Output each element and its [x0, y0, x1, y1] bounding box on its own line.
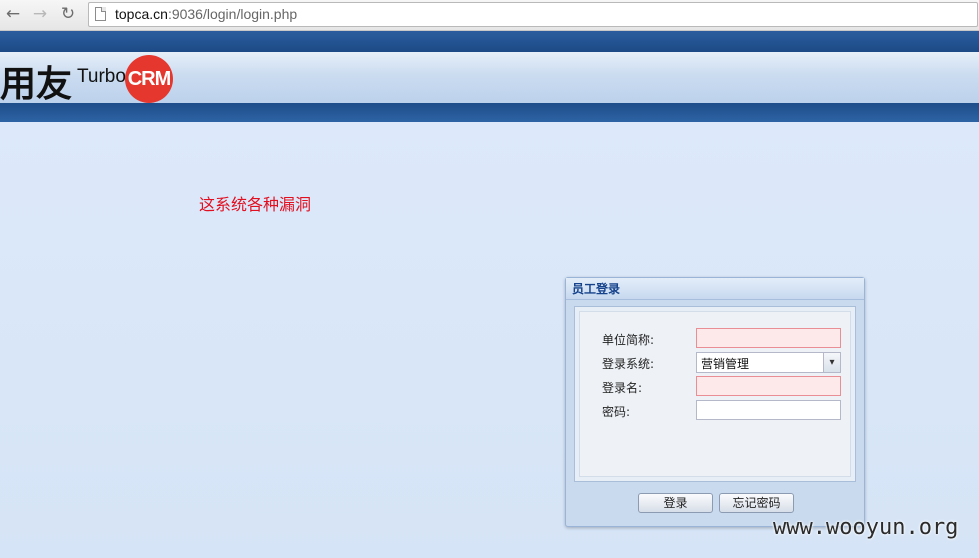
browser-toolbar: ← → ↻ topca.cn:9036/login/login.php: [0, 0, 979, 31]
password-input[interactable]: [696, 400, 841, 420]
logo-yonyou: 用友: [0, 64, 73, 105]
system-label: 登录系统:: [602, 357, 655, 371]
notice-text: 这系统各种漏洞: [199, 195, 312, 214]
username-label: 登录名:: [602, 381, 643, 395]
system-select[interactable]: 营销管理 ▾: [696, 352, 841, 373]
url-host: topca.cn: [115, 6, 168, 22]
logo-crm-badge: CRM: [125, 55, 173, 103]
username-input[interactable]: [696, 376, 841, 396]
forgot-password-button[interactable]: 忘记密码: [719, 493, 794, 513]
address-bar[interactable]: topca.cn:9036/login/login.php: [88, 2, 978, 27]
url-path: :9036/login/login.php: [167, 6, 298, 22]
unit-label: 单位简称:: [602, 333, 655, 347]
watermark: www.wooyun.org: [773, 515, 959, 540]
chevron-down-icon[interactable]: ▾: [823, 353, 840, 372]
login-button[interactable]: 登录: [638, 493, 713, 513]
login-form: 单位简称: 登录系统: 营销管理 ▾ 登录名: 密码:: [579, 311, 851, 477]
login-panel: 员工登录 单位简称: 登录系统: 营销管理 ▾ 登录名: 密码: 登录 忘记密码: [565, 277, 865, 527]
login-form-body: 单位简称: 登录系统: 营销管理 ▾ 登录名: 密码:: [574, 306, 856, 482]
reload-icon[interactable]: ↻: [57, 3, 79, 25]
system-select-value: 营销管理: [701, 357, 750, 371]
header-bottom-band: [0, 103, 979, 122]
password-label: 密码:: [602, 405, 631, 419]
back-icon[interactable]: ←: [2, 3, 24, 25]
page-icon: [95, 7, 106, 21]
forward-icon[interactable]: →: [29, 3, 51, 25]
login-panel-title: 员工登录: [566, 278, 864, 300]
header-top-band: [0, 31, 979, 52]
logo-turbo: Turbo: [77, 66, 126, 87]
unit-input[interactable]: [696, 328, 841, 348]
url-text: topca.cn:9036/login/login.php: [115, 6, 297, 22]
